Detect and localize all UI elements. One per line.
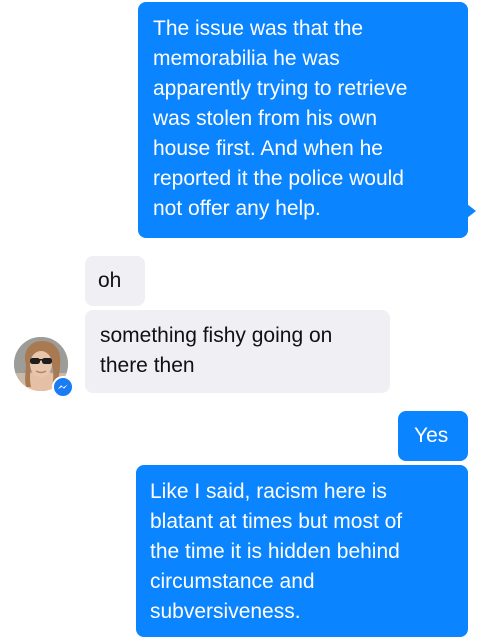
messenger-badge bbox=[52, 376, 74, 398]
outgoing-message-bubble[interactable]: The issue was that the memorabilia he wa… bbox=[138, 2, 468, 238]
incoming-message-bubble[interactable]: oh bbox=[85, 256, 145, 306]
incoming-message-bubble[interactable]: something fishy going on there then bbox=[85, 310, 390, 393]
bubble-tail bbox=[467, 204, 476, 218]
outgoing-message-bubble[interactable]: Yes bbox=[398, 411, 468, 461]
outgoing-message-bubble[interactable]: Like I said, racism here is blatant at t… bbox=[136, 465, 468, 637]
messenger-icon bbox=[57, 384, 68, 390]
